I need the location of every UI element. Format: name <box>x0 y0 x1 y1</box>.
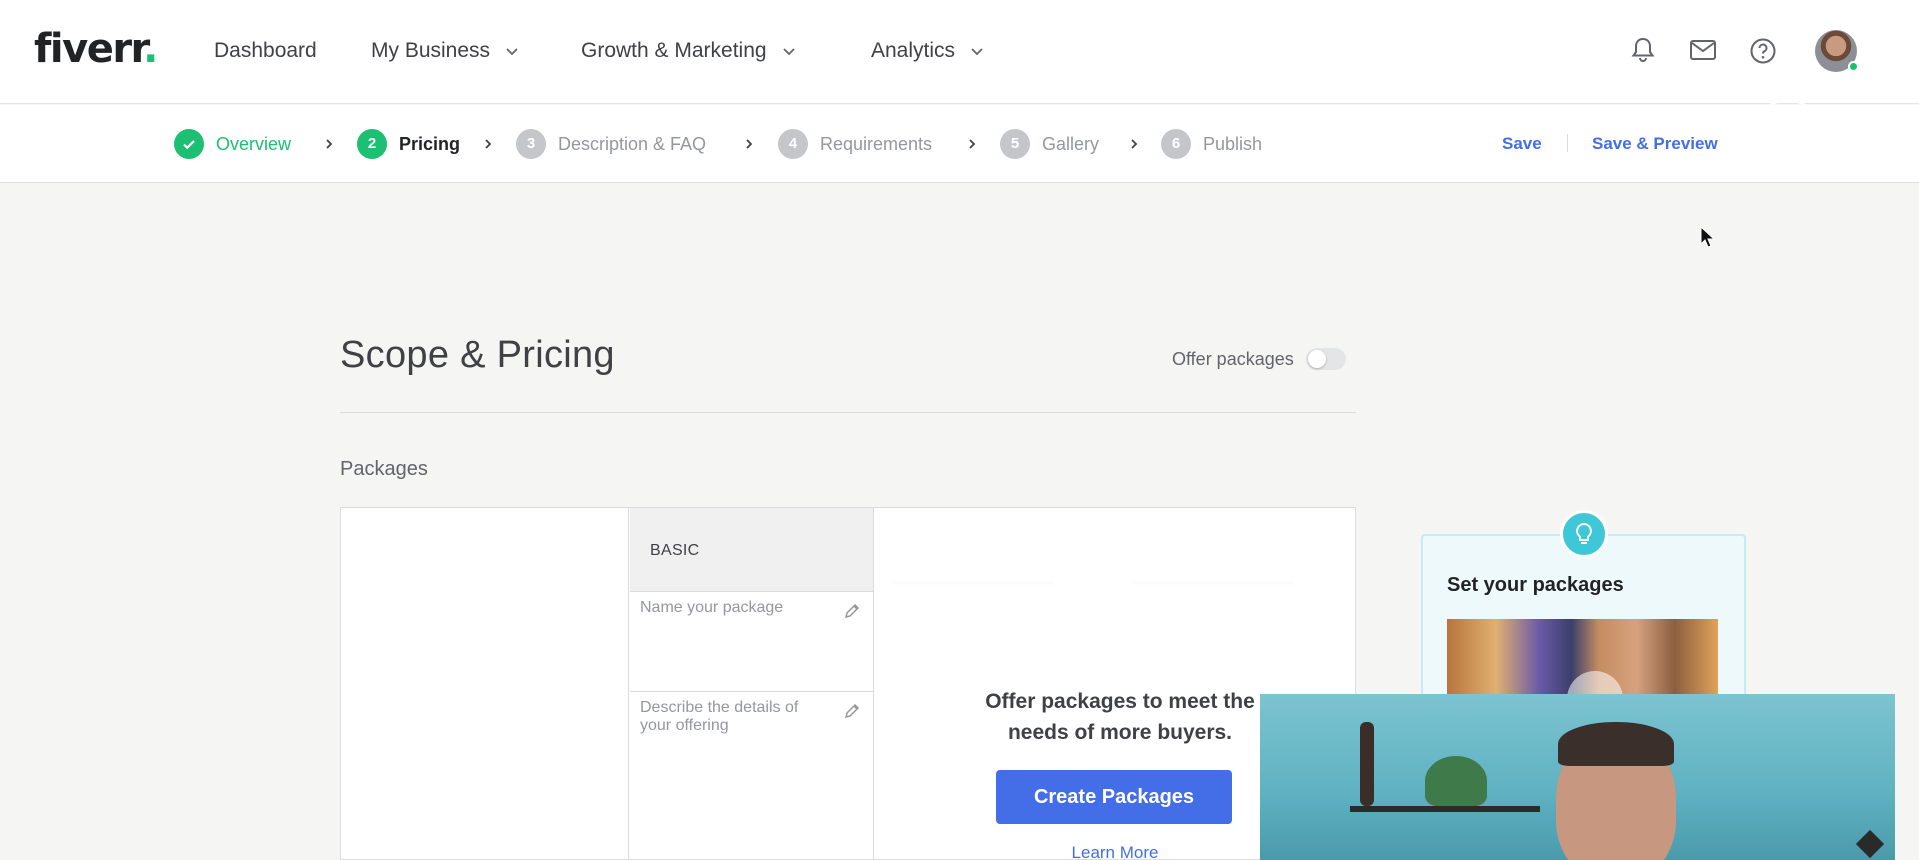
chevron-right-icon <box>746 139 753 149</box>
guitar-shape <box>1360 722 1374 806</box>
plant-shape <box>1425 756 1487 806</box>
step-pricing-label: Pricing <box>399 134 461 154</box>
tip-title: Set your packages <box>1447 574 1624 596</box>
offer-packages-control: Offer packages <box>1172 348 1346 370</box>
offer-packages-toggle[interactable] <box>1305 348 1346 370</box>
faded-line <box>894 582 1054 584</box>
nav-my-business-label: My Business <box>371 39 491 62</box>
offer-packages-label: Offer packages <box>1172 348 1294 369</box>
save-and-preview-button[interactable]: Save & Preview <box>1592 134 1718 154</box>
faded-line <box>1134 582 1294 584</box>
step-publish-label: Publish <box>1203 134 1263 154</box>
nav-dashboard[interactable]: Dashboard <box>214 38 317 64</box>
step-number: 5 <box>1000 129 1030 159</box>
mail-icon[interactable] <box>1689 39 1717 61</box>
package-description-field[interactable]: Describe the details of your offering <box>630 692 874 860</box>
step-number: 6 <box>1161 129 1191 159</box>
webcam-overlay <box>1260 694 1895 860</box>
chevron-down-icon <box>971 48 983 56</box>
mouse-cursor-icon <box>1700 226 1716 248</box>
divider <box>340 412 1356 413</box>
presenter-hair <box>1558 722 1674 766</box>
divider <box>1567 134 1568 152</box>
chevron-down-icon <box>782 48 795 56</box>
nav-growth-marketing-label: Growth & Marketing <box>581 39 767 62</box>
shelf-shape <box>1350 806 1540 812</box>
watermark-logo-icon <box>1751 98 1815 162</box>
step-overview[interactable]: Overview <box>174 129 291 159</box>
tip-video-thumbnail[interactable] <box>1447 619 1718 699</box>
step-number: 4 <box>778 129 808 159</box>
nav-analytics-label: Analytics <box>871 39 956 62</box>
faded-package-columns <box>874 508 1356 608</box>
pencil-icon <box>844 703 860 719</box>
nav-growth-marketing[interactable]: Growth & Marketing <box>581 38 797 64</box>
package-name-field[interactable]: Name your package <box>630 592 874 692</box>
step-number: 3 <box>516 129 546 159</box>
nav-dashboard-label: Dashboard <box>214 39 317 62</box>
learn-more-link[interactable]: Learn More <box>1020 843 1210 860</box>
online-status-dot <box>1848 61 1859 72</box>
basic-package-header: BASIC <box>630 508 874 592</box>
lightbulb-icon <box>1560 510 1608 558</box>
step-pricing[interactable]: 2 Pricing <box>357 129 460 159</box>
fiverr-logo[interactable]: fiverr. <box>34 26 158 72</box>
help-icon[interactable] <box>1749 37 1777 65</box>
create-packages-button[interactable]: Create Packages <box>996 770 1232 824</box>
nav-analytics[interactable]: Analytics <box>871 38 985 64</box>
package-description-placeholder: Describe the details of your offering <box>640 699 799 734</box>
pencil-icon <box>844 603 860 619</box>
chevron-right-icon <box>485 139 492 149</box>
offer-packages-message: Offer packages to meet the needs of more… <box>985 690 1255 744</box>
avatar[interactable] <box>1815 30 1859 72</box>
top-navbar: fiverr. Dashboard My Business Growth & M… <box>0 0 1919 104</box>
step-gallery[interactable]: 5 Gallery <box>1000 129 1099 159</box>
step-publish[interactable]: 6 Publish <box>1161 129 1262 159</box>
row-labels-column <box>341 508 629 860</box>
save-button[interactable]: Save <box>1502 134 1542 154</box>
microphone-shape <box>1855 829 1885 859</box>
check-icon <box>174 129 204 159</box>
nav-my-business[interactable]: My Business <box>371 38 520 64</box>
step-description-faq[interactable]: 3 Description & FAQ <box>516 129 706 159</box>
bell-icon[interactable] <box>1630 36 1656 64</box>
chevron-right-icon <box>1131 139 1138 149</box>
step-description-faq-label: Description & FAQ <box>558 134 707 154</box>
step-requirements[interactable]: 4 Requirements <box>778 129 932 159</box>
step-overview-label: Overview <box>216 134 292 154</box>
step-number: 2 <box>357 129 387 159</box>
step-requirements-label: Requirements <box>820 134 933 154</box>
package-name-placeholder: Name your package <box>640 599 784 616</box>
chevron-right-icon <box>969 139 976 149</box>
chevron-right-icon <box>326 139 333 149</box>
packages-section-label: Packages <box>340 458 428 480</box>
page-title: Scope & Pricing <box>340 334 615 376</box>
step-gallery-label: Gallery <box>1042 134 1100 154</box>
chevron-down-icon <box>506 48 518 56</box>
